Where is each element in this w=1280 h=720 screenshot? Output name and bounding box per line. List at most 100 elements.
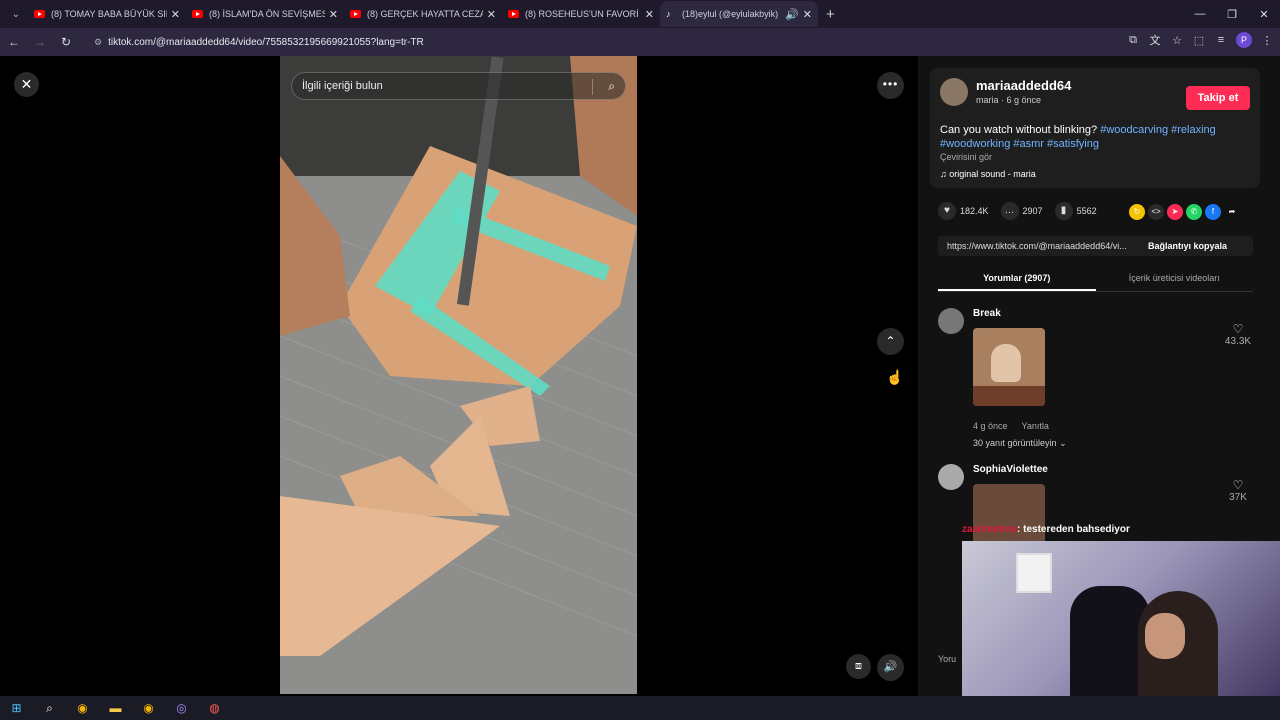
comment-meta: 4 g önce Yanıtla <box>973 421 1063 431</box>
browser-tab-active[interactable]: ♪ (18)eylul (@eylulakbyik) | T 🔊 ✕ <box>660 1 818 27</box>
restore-icon[interactable]: ❐ <box>1216 8 1248 21</box>
repost-icon[interactable]: ↻ <box>1129 204 1145 220</box>
youtube-icon <box>508 10 519 18</box>
related-search-input[interactable]: İlgili içeriği bulun ⌕ <box>291 72 626 100</box>
comment-like[interactable]: ♡ 43.3K <box>1218 322 1258 347</box>
hashtag-links[interactable]: #woodworking #asmr #satisfying <box>940 138 1099 150</box>
author-username[interactable]: mariaaddedd64 <box>976 78 1071 93</box>
video-player[interactable] <box>280 56 637 694</box>
search-icon[interactable]: ⌕ <box>608 79 615 94</box>
share-url[interactable]: https://www.tiktok.com/@mariaaddedd64/vi… <box>938 241 1144 251</box>
back-icon[interactable]: ← <box>2 35 26 49</box>
new-tab-button[interactable]: + <box>826 6 835 23</box>
heart-icon[interactable]: ♥ <box>938 202 956 220</box>
streamer-webcam <box>962 541 1280 720</box>
close-tab-icon[interactable]: ✕ <box>329 8 338 21</box>
site-info-icon[interactable]: ⚙ <box>94 37 102 48</box>
tiktok-icon: ♪ <box>666 9 671 19</box>
whatsapp-icon[interactable]: ✆ <box>1186 204 1202 220</box>
comment-tabs: Yorumlar (2907) İçerik üreticisi videola… <box>938 268 1253 292</box>
speaker-icon[interactable]: 🔊 <box>785 8 799 21</box>
comment-input[interactable]: Yoru <box>938 654 956 664</box>
minimize-icon[interactable]: — <box>1184 8 1216 20</box>
close-video-button[interactable]: ✕ <box>14 72 39 97</box>
media-control-icon[interactable]: ≡ <box>1214 34 1228 46</box>
chrome-icon[interactable]: ◉ <box>66 701 99 715</box>
tab-title: (8) TOMAY BABA BÜYÜK SIRRI <box>51 9 167 19</box>
previous-video-button[interactable]: ⌃ <box>877 328 904 355</box>
comment-item: Break 4 g önce Yanıtla 30 yanıt görüntüle… <box>938 308 1258 458</box>
bookmark-icon[interactable]: ▮ <box>1054 202 1073 220</box>
install-app-icon[interactable]: ⧉ <box>1126 34 1140 47</box>
search-placeholder: İlgili içeriği bulun <box>302 80 383 92</box>
browser-tab[interactable]: (8) İSLAM'DA ÖN SEVİŞMESİZ ✕ <box>186 1 344 27</box>
send-icon[interactable]: ➤ <box>1167 204 1183 220</box>
close-tab-icon[interactable]: ✕ <box>171 8 180 21</box>
commenter-avatar[interactable] <box>938 464 964 490</box>
video-frame <box>280 56 637 694</box>
floating-player-button[interactable]: ⧈ <box>846 654 871 679</box>
browser-tab[interactable]: (8) ROSEHEUS'UN FAVORİ SOK ✕ <box>502 1 660 27</box>
browser-toolbar: ← → ↻ ⚙ tiktok.com/@mariaaddedd64/video/… <box>0 28 1280 56</box>
sound-link[interactable]: ♫ original sound - maria <box>940 169 1036 179</box>
facebook-icon[interactable]: f <box>1205 204 1221 220</box>
hashtag-links[interactable]: #woodcarving #relaxing <box>1100 124 1216 136</box>
comment-icon[interactable]: … <box>1000 202 1019 220</box>
heart-outline-icon[interactable]: ♡ <box>1218 322 1258 336</box>
tab-title: (8) İSLAM'DA ÖN SEVİŞMESİZ <box>209 9 325 19</box>
search-icon[interactable]: ⌕ <box>33 701 66 716</box>
volume-button[interactable]: 🔊 <box>877 654 904 681</box>
embed-icon[interactable]: <> <box>1148 204 1164 220</box>
comment-image-table <box>973 386 1045 406</box>
close-tab-icon[interactable]: ✕ <box>803 8 812 21</box>
tab-comments[interactable]: Yorumlar (2907) <box>938 268 1096 291</box>
stream-chat-overlay: zaahmetrex: testereden bahsediyor <box>962 524 1130 535</box>
view-replies-label: 30 yanıt görüntüleyin <box>973 438 1057 448</box>
view-replies-link[interactable]: 30 yanıt görüntüleyin ⌄ <box>973 438 1067 449</box>
more-options-button[interactable]: ••• <box>877 72 904 99</box>
heart-outline-icon[interactable]: ♡ <box>1218 478 1258 492</box>
browser-tab[interactable]: (8) TOMAY BABA BÜYÜK SIRRI ✕ <box>28 1 186 27</box>
window-controls: — ❐ ✕ <box>1184 0 1280 28</box>
chat-username: zaahmetrex <box>962 524 1018 535</box>
browser-tab[interactable]: (8) GERÇEK HAYATTA CEZALI M ✕ <box>344 1 502 27</box>
forward-icon[interactable]: → <box>28 35 52 49</box>
commenter-avatar[interactable] <box>938 308 964 334</box>
comment-count: 2907 <box>1022 206 1043 216</box>
copy-link-button[interactable]: Bağlantıyı kopyala <box>1148 241 1227 251</box>
windows-start-icon[interactable]: ⊞ <box>0 701 33 715</box>
menu-kebab-icon[interactable]: ⋮ <box>1260 34 1274 47</box>
see-translation-link[interactable]: Çevirisini gör <box>940 152 992 162</box>
commenter-name[interactable]: Break <box>973 308 1001 319</box>
tab-title: (8) GERÇEK HAYATTA CEZALI M <box>367 9 483 19</box>
tab-creator-videos[interactable]: İçerik üreticisi videoları <box>1096 268 1254 291</box>
bookmark-star-icon[interactable]: ☆ <box>1170 34 1184 47</box>
commenter-name[interactable]: SophiaViolettee <box>973 464 1048 475</box>
app-icon[interactable]: ◎ <box>165 701 198 715</box>
toolbar-icons: ⧉ 文 ☆ ⬚ ≡ P ⋮ <box>1126 32 1274 48</box>
file-explorer-icon[interactable]: ▬ <box>99 701 132 715</box>
reply-button[interactable]: Yanıtla <box>1022 421 1049 431</box>
close-tab-icon[interactable]: ✕ <box>487 8 496 21</box>
obs-icon[interactable]: ◍ <box>198 701 231 715</box>
save-count: 5562 <box>1076 206 1097 216</box>
comment-image[interactable] <box>973 484 1045 544</box>
translate-icon[interactable]: 文 <box>1148 32 1162 48</box>
close-window-icon[interactable]: ✕ <box>1248 8 1280 21</box>
caption-text: Can you watch without blinking? <box>940 124 1101 136</box>
close-tab-icon[interactable]: ✕ <box>645 8 654 21</box>
share-buttons: ↻ <> ➤ ✆ f ➦ <box>1129 204 1240 220</box>
extensions-icon[interactable]: ⬚ <box>1192 34 1206 47</box>
chrome-active-icon[interactable]: ◉ <box>132 701 165 715</box>
browser-tab-strip: ⌄ (8) TOMAY BABA BÜYÜK SIRRI ✕ (8) İSLAM… <box>0 0 1280 28</box>
profile-avatar[interactable]: P <box>1236 32 1252 48</box>
reload-icon[interactable]: ↻ <box>54 35 78 49</box>
comment-image[interactable] <box>973 328 1045 406</box>
author-avatar[interactable] <box>940 78 968 106</box>
comment-image-subject <box>991 344 1021 382</box>
tab-search-chevron-icon[interactable]: ⌄ <box>4 4 28 24</box>
share-arrow-icon[interactable]: ➦ <box>1224 204 1240 220</box>
address-bar[interactable]: ⚙ tiktok.com/@mariaaddedd64/video/755853… <box>84 31 1084 53</box>
comment-like[interactable]: ♡ 37K <box>1218 478 1258 503</box>
follow-button[interactable]: Takip et <box>1186 86 1250 110</box>
